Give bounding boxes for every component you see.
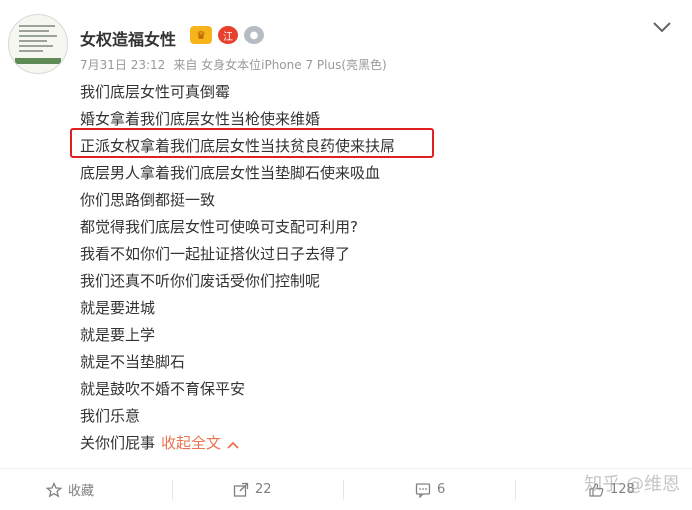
favorite-button[interactable]: 收藏	[46, 469, 94, 510]
level-badge-icon[interactable]: 江	[218, 26, 238, 44]
post-line: 就是要上学	[80, 326, 156, 344]
collapse-full-text-link[interactable]: 收起全文	[161, 434, 221, 452]
post-meta: 7月31日 23:12 来自 女身女本位iPhone 7 Plus(亮黑色)	[80, 56, 387, 73]
post-line: 就是鼓吹不婚不育保平安	[80, 380, 246, 398]
divider	[343, 480, 344, 500]
chevron-up-icon[interactable]	[227, 431, 239, 459]
crown-badge-icon[interactable]: ♛	[190, 26, 212, 44]
post-line: 我看不如你们一起扯证搭伙过日子去得了	[80, 245, 351, 263]
avatar[interactable]	[8, 14, 68, 74]
post-last-line-text: 关你们屁事	[80, 434, 156, 452]
post-line: 你们思路倒都挺一致	[80, 191, 216, 209]
highlight-box	[70, 128, 434, 158]
comment-button[interactable]: 6	[415, 469, 445, 510]
watermark: 知乎 @维恩	[584, 474, 680, 495]
post-line: 底层男人拿着我们底层女性当垫脚石使来吸血	[80, 164, 381, 182]
repost-icon	[233, 482, 249, 498]
divider	[515, 480, 516, 500]
post-line: 就是不当垫脚石	[80, 353, 186, 371]
repost-button[interactable]: 22	[233, 469, 272, 510]
divider	[172, 480, 173, 500]
post-line: 都觉得我们底层女性可使唤可支配可利用?	[80, 218, 358, 236]
medal-badge-icon[interactable]: ●	[244, 26, 264, 44]
repost-count: 22	[255, 482, 272, 497]
user-badges: ♛ 江 ●	[190, 26, 264, 44]
post-line: 我们底层女性可真倒霉	[80, 83, 231, 101]
comment-count: 6	[437, 482, 446, 497]
username[interactable]: 女权造福女性	[80, 26, 176, 50]
post-line: 我们还真不听你们废话受你们控制呢	[80, 272, 321, 290]
star-icon	[46, 481, 62, 498]
favorite-label: 收藏	[68, 484, 95, 499]
comment-icon	[415, 482, 431, 498]
post-date[interactable]: 7月31日 23:12	[80, 58, 165, 72]
post-line: 我们乐意	[80, 407, 141, 425]
post-source: 来自 女身女本位iPhone 7 Plus(亮黑色)	[173, 58, 387, 72]
post-line-last: 关你们屁事 收起全文	[80, 429, 239, 457]
more-options-chevron-icon[interactable]	[650, 18, 674, 36]
post-line: 就是要进城	[80, 299, 156, 317]
